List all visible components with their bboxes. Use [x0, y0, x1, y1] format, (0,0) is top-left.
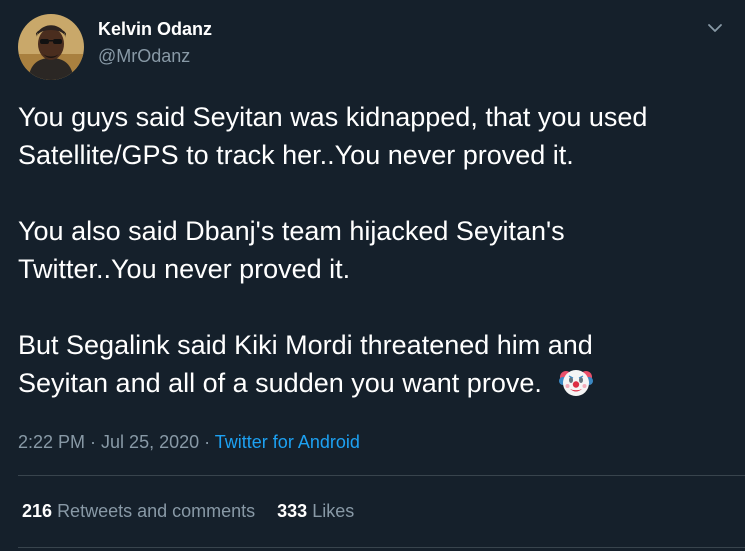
tweet-stats: 216 Retweets and comments 333 Likes	[22, 501, 354, 522]
avatar-photo	[18, 14, 84, 80]
tweet-line: Satellite/GPS to track her..You never pr…	[18, 140, 574, 170]
divider	[18, 547, 745, 548]
retweets-count: 216	[22, 501, 53, 521]
tweet-source-link[interactable]: Twitter for Android	[215, 432, 360, 452]
tweet-paragraph: You also said Dbanj's team hijacked Seyi…	[18, 212, 733, 288]
tweet-card: Kelvin Odanz @MrOdanz You guys said Seyi…	[0, 0, 745, 551]
user-name[interactable]: Kelvin Odanz	[98, 19, 212, 40]
tweet-line: Seyitan and all of a sudden you want pro…	[18, 368, 542, 398]
tweet-text: You guys said Seyitan was kidnapped, tha…	[18, 98, 733, 402]
tweet-date[interactable]: Jul 25, 2020	[101, 432, 199, 452]
tweet-metadata: 2:22 PM · Jul 25, 2020 · Twitter for And…	[18, 432, 360, 453]
retweets-stat[interactable]: 216 Retweets and comments	[22, 501, 255, 521]
tweet-line: Twitter..You never proved it.	[18, 254, 351, 284]
tweet-line: You guys said Seyitan was kidnapped, tha…	[18, 102, 648, 132]
chevron-down-icon[interactable]	[703, 18, 727, 38]
likes-stat[interactable]: 333 Likes	[277, 501, 354, 521]
avatar[interactable]	[18, 14, 84, 80]
meta-separator: ·	[199, 432, 215, 452]
tweet-paragraph: You guys said Seyitan was kidnapped, tha…	[18, 98, 733, 174]
likes-label: Likes	[312, 501, 355, 521]
tweet-line: But Segalink said Kiki Mordi threatened …	[18, 330, 593, 360]
tweet-time[interactable]: 2:22 PM	[18, 432, 85, 452]
tweet-line: You also said Dbanj's team hijacked Seyi…	[18, 216, 565, 246]
divider	[18, 475, 745, 476]
user-handle[interactable]: @MrOdanz	[98, 46, 190, 67]
likes-count: 333	[277, 501, 308, 521]
meta-separator: ·	[85, 432, 102, 452]
tweet-paragraph: But Segalink said Kiki Mordi threatened …	[18, 326, 733, 402]
clown-face-icon	[559, 365, 594, 399]
retweets-label: Retweets and comments	[57, 501, 256, 521]
